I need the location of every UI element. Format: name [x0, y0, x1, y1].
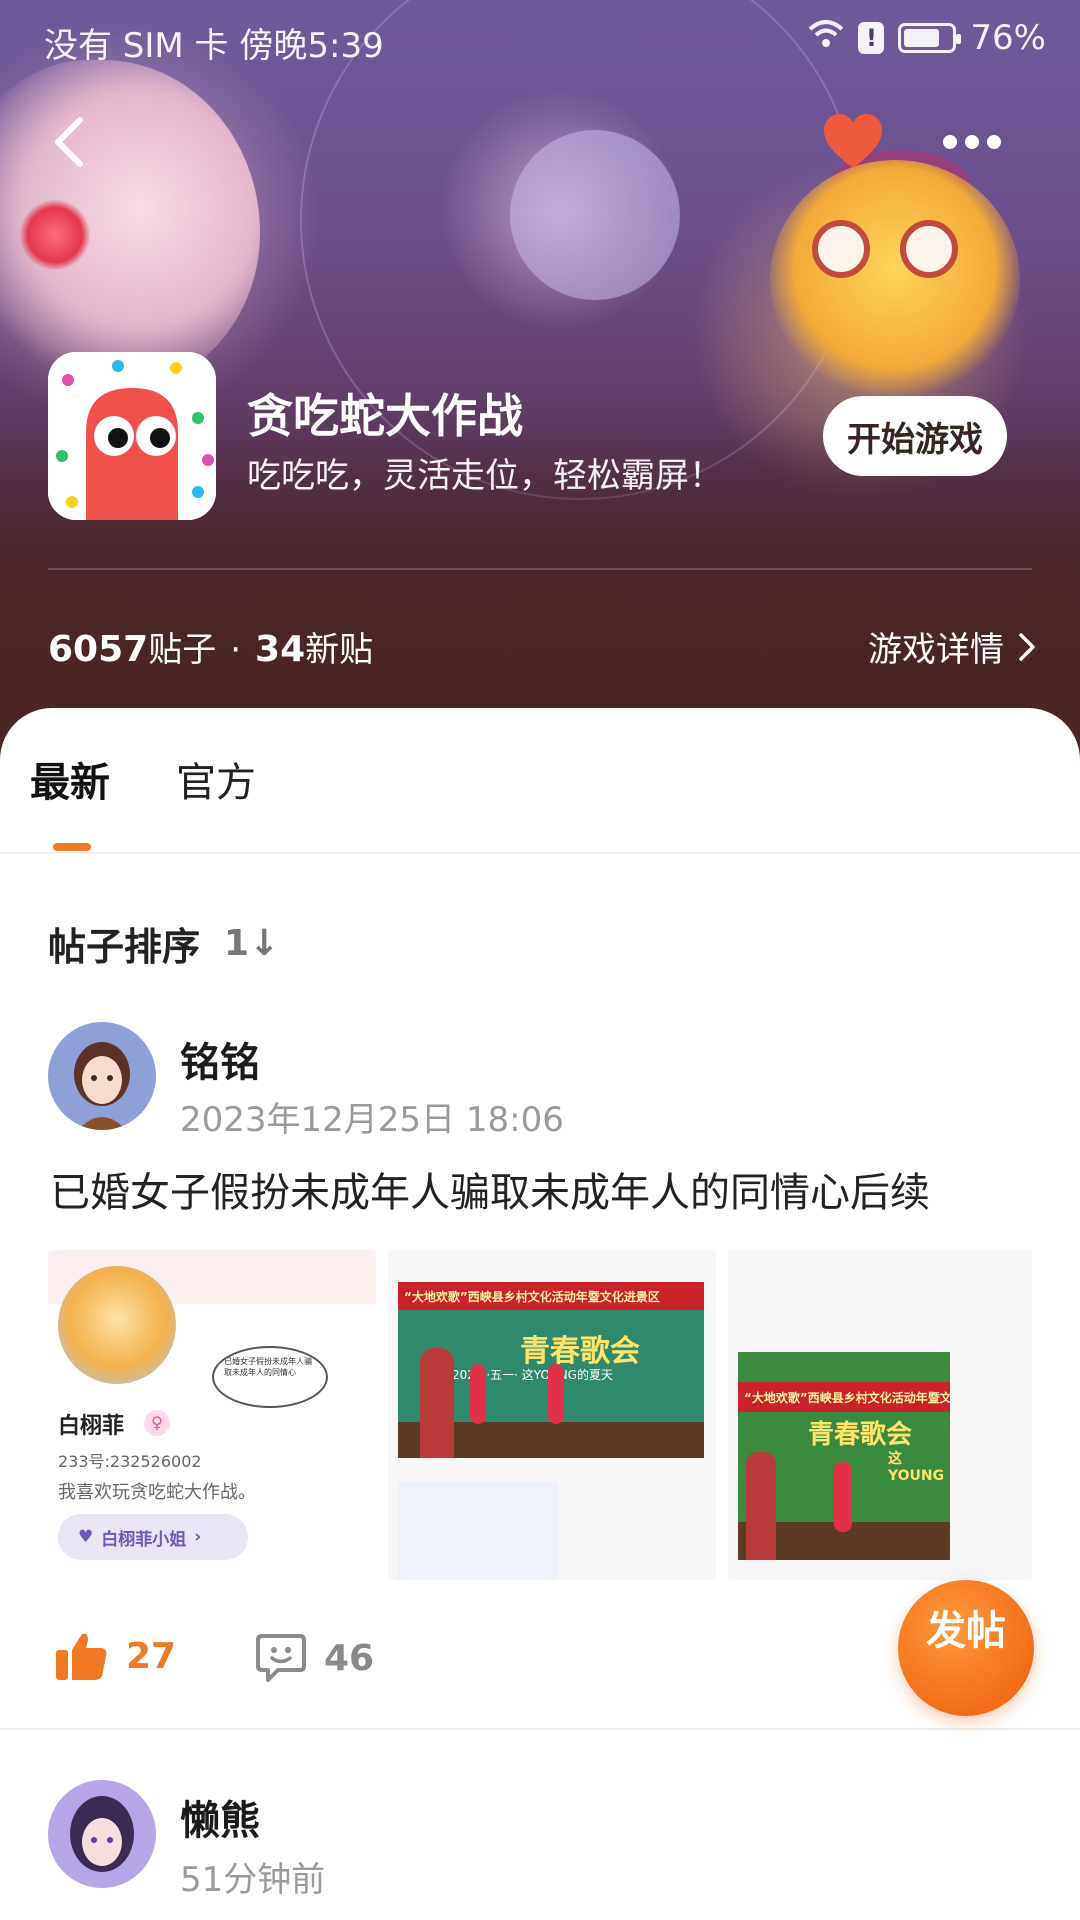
active-tab-indicator — [53, 843, 91, 851]
flower-illustration — [20, 200, 90, 270]
game-subtitle: 吃吃吃，灵活走位，轻松霸屏！ — [247, 456, 723, 496]
performer-2 — [470, 1364, 486, 1424]
comment-count: 46 — [324, 1637, 375, 1679]
profile-id: 233号:232526002 — [58, 1452, 202, 1471]
profile-bio: 我喜欢玩贪吃蛇大作战。 — [58, 1482, 256, 1503]
profile-avatar — [58, 1266, 176, 1384]
post-divider — [0, 1728, 1080, 1730]
back-button[interactable] — [44, 110, 100, 174]
performer-1 — [420, 1348, 454, 1458]
event-banner-sub: 这YOUNG — [888, 1451, 945, 1484]
post-image-1[interactable]: 已婚女子假扮未成年人骗取未成年人的同情心 白栩菲 ♀ 233号:23252600… — [48, 1250, 376, 1580]
sort-label: 帖子排序 — [48, 925, 201, 969]
game-title: 贪吃蛇大作战 — [247, 389, 523, 443]
avatar[interactable] — [48, 1780, 156, 1888]
tabs-divider — [0, 852, 1080, 854]
speech-bubble: 已婚女子假扮未成年人骗取未成年人的同情心 — [212, 1346, 328, 1408]
favorite-heart-icon[interactable] — [822, 112, 884, 174]
more-options-icon[interactable] — [940, 122, 1004, 162]
game-details-label: 游戏详情 — [868, 630, 1004, 670]
thumbs-up-icon — [56, 1633, 107, 1680]
performer-3 — [548, 1364, 564, 1424]
like-count: 27 — [126, 1635, 177, 1677]
event-photo: “大地欢歌”西峡县乡村文化活动年暨文化进景区 青春歌会 2023 ·五一· 这Y… — [398, 1282, 704, 1458]
performer-1 — [746, 1452, 776, 1560]
status-bar: 没有 SIM 卡 傍晚5:39 ! 76% — [0, 0, 1080, 76]
sort-icon: 1↓ — [224, 923, 280, 964]
post-author[interactable]: 懒熊 — [180, 1788, 260, 1846]
posts-suffix: 贴子 — [148, 630, 217, 670]
event-banner-title: “大地欢歌”西峡县乡村文化活动年暨文化进景区 — [738, 1382, 950, 1412]
post-sort-control[interactable]: 帖子排序 1↓ — [48, 916, 279, 971]
game-details-link[interactable]: 游戏详情 — [868, 622, 1036, 671]
start-game-button[interactable]: 开始游戏 — [823, 396, 1007, 476]
bird-eye-right — [900, 220, 958, 278]
embedded-screenshot — [398, 1482, 558, 1580]
battery-percent: 76% — [970, 18, 1046, 58]
avatar[interactable] — [48, 1022, 156, 1130]
bird-eye-left — [812, 220, 870, 278]
chevron-right-icon — [1019, 632, 1035, 661]
tab-official[interactable]: 官方 — [176, 750, 256, 808]
status-carrier-time: 没有 SIM 卡 傍晚5:39 — [44, 26, 384, 66]
like-button[interactable]: 27 — [56, 1632, 176, 1680]
decorative-moon — [510, 130, 680, 300]
post-image-3[interactable]: “大地欢歌”西峡县乡村文化活动年暨文化进景区 青春歌会 这YOUNG — [728, 1250, 1032, 1580]
wifi-icon — [808, 19, 844, 57]
chevron-right-icon: › — [194, 1527, 202, 1547]
event-banner-main: 青春歌会 — [520, 1334, 640, 1369]
forum-stats: 6057 贴子 · 34 新贴 — [48, 622, 373, 671]
post-author[interactable]: 铭铭 — [180, 1030, 260, 1088]
new-posts-suffix: 新贴 — [305, 630, 374, 670]
status-right: ! 76% — [808, 18, 1046, 58]
hero-divider — [48, 568, 1032, 570]
event-photo: “大地欢歌”西峡县乡村文化活动年暨文化进景区 青春歌会 这YOUNG — [738, 1352, 950, 1560]
battery-fill — [904, 29, 940, 47]
performer-2 — [834, 1462, 852, 1532]
purple-heart-icon: ♥ — [78, 1527, 94, 1547]
game-icon[interactable] — [48, 352, 216, 520]
event-banner-main: 青春歌会 — [808, 1420, 913, 1450]
bird-character-illustration — [770, 160, 1020, 400]
posts-count: 6057 — [48, 629, 149, 670]
post-time: 2023年12月25日 18:06 — [180, 1100, 564, 1140]
screen: 没有 SIM 卡 傍晚5:39 ! 76% 贪吃蛇大作战 吃吃吃，灵活走位，轻松… — [0, 0, 1080, 1920]
comment-button[interactable]: 46 — [256, 1632, 374, 1684]
post-title[interactable]: 已婚女子假扮未成年人骗取未成年人的同情心后续 — [50, 1160, 930, 1218]
post-time: 51分钟前 — [180, 1860, 326, 1900]
create-post-button[interactable]: 发帖 — [898, 1580, 1034, 1716]
profile-name: 白栩菲 — [58, 1414, 125, 1439]
female-icon: ♀ — [144, 1410, 170, 1436]
alert-icon: ! — [858, 22, 885, 54]
create-post-label: 发帖 — [926, 1609, 1006, 1653]
stats-separator: · — [230, 630, 242, 670]
profile-tag-label: 白栩菲小姐 — [101, 1529, 187, 1550]
tab-latest[interactable]: 最新 — [30, 750, 110, 808]
new-posts-count: 34 — [255, 629, 306, 670]
comment-icon — [256, 1634, 306, 1682]
event-banner-title: “大地欢歌”西峡县乡村文化活动年暨文化进景区 — [398, 1282, 704, 1310]
profile-tag: ♥ 白栩菲小姐 › — [58, 1514, 248, 1560]
battery-icon — [898, 23, 962, 53]
post-image-2[interactable]: “大地欢歌”西峡县乡村文化活动年暨文化进景区 青春歌会 2023 ·五一· 这Y… — [388, 1250, 716, 1580]
